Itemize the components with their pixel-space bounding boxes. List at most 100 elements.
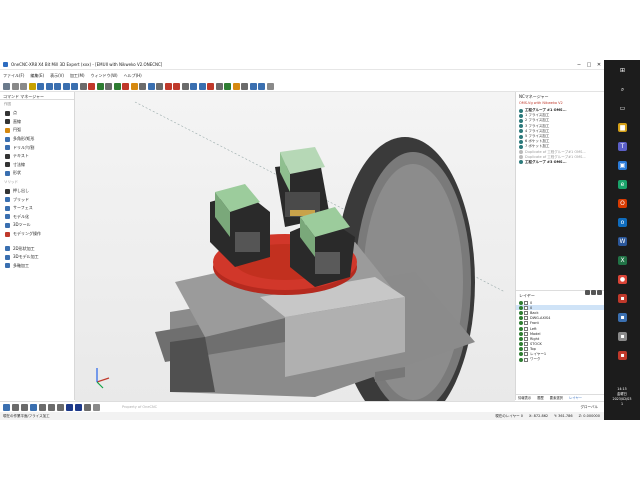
taskbar-clock[interactable]: 14:15 金曜日 2023/02/03 1 — [606, 387, 638, 407]
toolbar-icon-30[interactable] — [258, 82, 265, 90]
toolbar-icon-19[interactable] — [164, 82, 172, 90]
command-item[interactable]: 3Dモデル加工 — [0, 253, 74, 262]
command-item[interactable]: 押し出し — [0, 187, 74, 196]
toolbar-icon-29[interactable] — [249, 82, 257, 90]
visibility-icon[interactable] — [519, 352, 523, 357]
view-tool-icon-5[interactable] — [48, 403, 55, 411]
toolbar-icon-17[interactable] — [147, 82, 155, 90]
word-icon[interactable]: W — [618, 237, 627, 246]
app-icon-1[interactable]: ▪ — [618, 294, 627, 303]
command-item[interactable]: 点 — [0, 109, 74, 118]
toolbar-icon-6[interactable] — [54, 82, 61, 90]
toolbar-icon-26[interactable] — [224, 82, 231, 90]
view-tool-icon-9[interactable] — [84, 403, 91, 411]
view-tool-icon-8[interactable] — [75, 403, 82, 411]
panel-tab[interactable]: 情報表示 — [516, 395, 531, 400]
3d-viewport[interactable] — [75, 92, 515, 401]
toolbar-icon-2[interactable] — [20, 82, 27, 90]
toolbar-icon-1[interactable] — [11, 82, 19, 90]
layer-color-swatch[interactable] — [524, 357, 528, 362]
visibility-icon[interactable] — [519, 300, 523, 305]
layer-color-swatch[interactable] — [524, 326, 528, 331]
menu-window[interactable]: ウィンドウ(W) — [91, 73, 118, 79]
view-tool-icon-1[interactable] — [12, 403, 19, 411]
toolbar-icon-22[interactable] — [190, 82, 197, 90]
minimize-button[interactable]: ─ — [574, 62, 584, 68]
notification-badge[interactable]: 1 — [606, 402, 638, 407]
store-icon[interactable]: ▣ — [618, 161, 627, 170]
command-item[interactable]: サーフェス — [0, 204, 74, 213]
edge-icon[interactable]: e — [618, 180, 627, 189]
visibility-icon[interactable] — [519, 321, 523, 326]
layer-color-swatch[interactable] — [524, 347, 528, 352]
toolbar-icon-31[interactable] — [266, 82, 274, 90]
command-item[interactable]: ドリル穴/割 — [0, 143, 74, 152]
menu-help[interactable]: ヘルプ(H) — [124, 73, 142, 79]
task-view-icon[interactable]: ▭ — [618, 104, 627, 113]
layer-color-swatch[interactable] — [524, 352, 528, 357]
toolbar-icon-5[interactable] — [45, 82, 53, 90]
menu-machining[interactable]: 加工(M) — [70, 73, 85, 79]
visibility-icon[interactable] — [519, 347, 523, 352]
view-tool-icon-2[interactable] — [21, 403, 28, 411]
toolbar-icon-12[interactable] — [105, 82, 112, 90]
command-item[interactable]: 多角形/矩形 — [0, 135, 74, 144]
command-item[interactable]: 寸法線 — [0, 161, 74, 170]
toolbar-icon-8[interactable] — [71, 82, 78, 90]
layer-new-icon[interactable] — [585, 290, 590, 295]
chrome-icon[interactable]: ● — [618, 275, 627, 284]
command-item[interactable]: 直線 — [0, 118, 74, 127]
toolbar-icon-11[interactable] — [96, 82, 104, 90]
view-tool-icon-3[interactable] — [30, 403, 37, 411]
command-item[interactable]: 多軸加工 — [0, 262, 74, 271]
close-button[interactable]: ✕ — [594, 62, 604, 68]
app-icon-3[interactable]: ▪ — [618, 332, 627, 341]
menu-file[interactable]: ファイル(F) — [3, 73, 24, 79]
toolbar-icon-15[interactable] — [130, 82, 138, 90]
excel-icon[interactable]: X — [618, 256, 627, 265]
view-tool-icon-6[interactable] — [57, 403, 64, 411]
command-item[interactable]: 2D形状加工 — [0, 244, 74, 253]
maximize-button[interactable]: □ — [584, 62, 594, 68]
toolbar-icon-14[interactable] — [122, 82, 129, 90]
command-item[interactable]: ブリッド — [0, 195, 74, 204]
toolbar-icon-7[interactable] — [62, 82, 70, 90]
nc-selected-setup[interactable]: OMS-Vg with Nikweko V2 — [516, 100, 604, 108]
panel-tab[interactable]: 履歴 — [535, 395, 544, 400]
toolbar-icon-28[interactable] — [241, 82, 248, 90]
file-explorer-icon[interactable]: ▆ — [618, 123, 627, 132]
command-item[interactable]: モデル化 — [0, 213, 74, 222]
visibility-icon[interactable] — [519, 331, 523, 336]
operation-group[interactable]: 工程グループ #3 OMS... — [516, 160, 604, 165]
visibility-icon[interactable] — [519, 336, 523, 341]
layer-color-swatch[interactable] — [524, 310, 528, 315]
command-item[interactable]: 円弧 — [0, 126, 74, 135]
toolbar-icon-25[interactable] — [215, 82, 223, 90]
teams-icon[interactable]: T — [618, 142, 627, 151]
toolbar-icon-9[interactable] — [79, 82, 87, 90]
windows-start-icon[interactable]: ⊞ — [618, 66, 627, 75]
layer-color-swatch[interactable] — [524, 300, 528, 305]
command-item[interactable]: テキスト — [0, 152, 74, 161]
view-tool-icon-7[interactable] — [66, 403, 73, 411]
toolbar-icon-3[interactable] — [28, 82, 36, 90]
toolbar-icon-16[interactable] — [139, 82, 146, 90]
coordinate-mode-label[interactable]: グローバル — [581, 405, 598, 410]
search-icon[interactable]: ⌕ — [618, 85, 627, 94]
command-item[interactable]: 形状 — [0, 169, 74, 178]
layer-delete-icon[interactable] — [597, 290, 602, 295]
visibility-icon[interactable] — [519, 310, 523, 315]
view-tool-icon-4[interactable] — [39, 403, 46, 411]
toolbar-icon-23[interactable] — [198, 82, 206, 90]
toolbar-icon-24[interactable] — [207, 82, 214, 90]
layer-color-swatch[interactable] — [524, 331, 528, 336]
visibility-icon[interactable] — [519, 326, 523, 331]
layer-row[interactable]: ワーク — [516, 357, 605, 362]
view-tool-icon-10[interactable] — [93, 403, 100, 411]
app-icon-2[interactable]: ▪ — [618, 313, 627, 322]
toolbar-icon-21[interactable] — [181, 82, 189, 90]
menu-view[interactable]: 表示(V) — [50, 73, 64, 79]
visibility-icon[interactable] — [519, 316, 523, 321]
layer-color-swatch[interactable] — [524, 316, 528, 321]
command-item[interactable]: 3Dツール — [0, 221, 74, 230]
